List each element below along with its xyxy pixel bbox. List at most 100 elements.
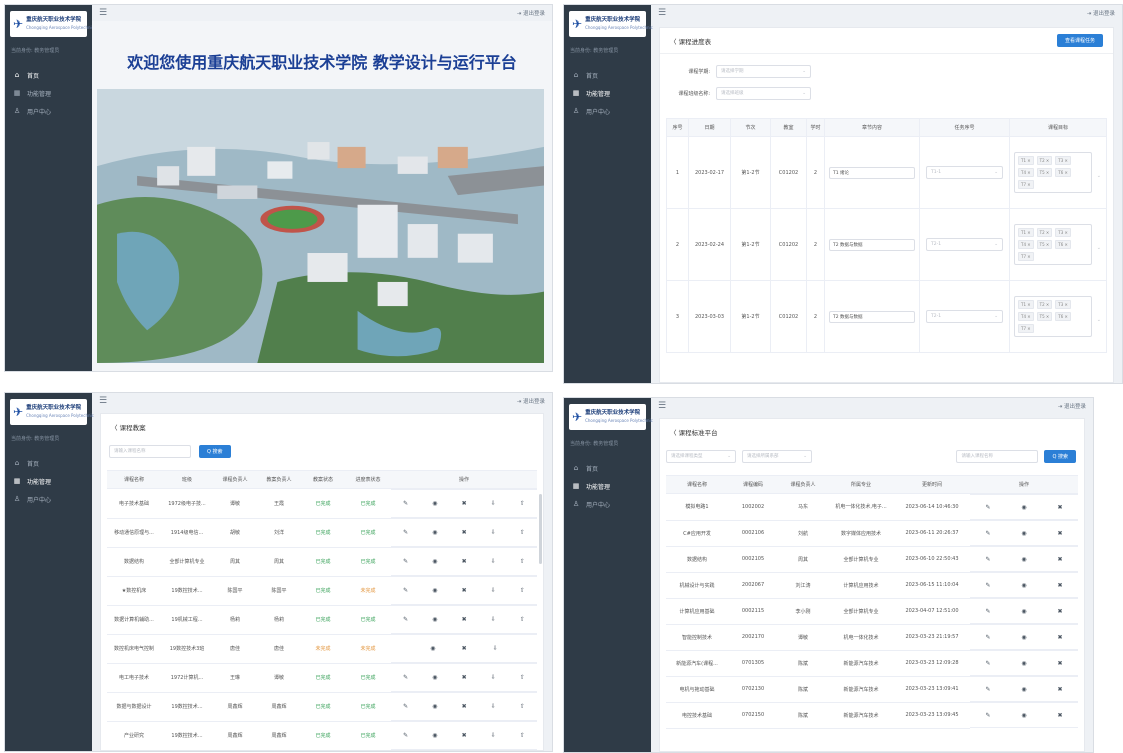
view-icon[interactable]: ◉ bbox=[432, 529, 437, 536]
view-tasks-button[interactable]: 查看课程任务 bbox=[1056, 34, 1103, 47]
edit-icon[interactable]: ✎ bbox=[985, 582, 990, 589]
view-icon[interactable]: ◉ bbox=[1021, 504, 1026, 511]
sidebar-item-home[interactable]: ⌂ 首页 bbox=[564, 66, 651, 84]
edit-icon[interactable]: ✎ bbox=[403, 529, 408, 536]
delete-icon[interactable]: ✖ bbox=[1058, 504, 1063, 511]
target-multiselect[interactable]: T1 ✕ T2 ✕ T3 ✕ T4 ✕ T5 ✕ T6 ✕ T7 ✕ ⌄ bbox=[1014, 296, 1101, 337]
delete-icon[interactable]: ✖ bbox=[1058, 556, 1063, 563]
view-icon[interactable]: ◉ bbox=[432, 558, 437, 565]
content-input[interactable]: T2 数据与数据 bbox=[829, 310, 915, 323]
task-select[interactable]: T2-1 ⌄ bbox=[926, 310, 1003, 323]
upload-icon[interactable]: ⇧ bbox=[520, 616, 525, 623]
edit-icon[interactable]: ✎ bbox=[985, 712, 990, 719]
delete-icon[interactable]: ✖ bbox=[1058, 582, 1063, 589]
logout-button[interactable]: ⇥ 退出登录 bbox=[1087, 9, 1115, 17]
export-icon[interactable]: ⇩ bbox=[491, 500, 496, 507]
edit-icon[interactable]: ✎ bbox=[985, 686, 990, 693]
sidebar-item-functions[interactable]: ▦ 功能管理 bbox=[5, 84, 92, 102]
sidebar-item-home[interactable]: ⌂ 首页 bbox=[5, 66, 92, 84]
export-icon[interactable]: ⇩ bbox=[491, 558, 496, 565]
export-icon[interactable]: ⇩ bbox=[491, 703, 496, 710]
edit-icon[interactable]: ✎ bbox=[403, 587, 408, 594]
delete-icon[interactable]: ✖ bbox=[462, 645, 467, 652]
semester-select[interactable]: 请选择学期 ⌄ bbox=[716, 64, 811, 78]
delete-icon[interactable]: ✖ bbox=[1058, 686, 1063, 693]
back-link[interactable]: 〈 课程教案 bbox=[111, 422, 146, 432]
view-icon[interactable]: ◉ bbox=[432, 616, 437, 623]
view-icon[interactable]: ◉ bbox=[430, 645, 435, 652]
export-icon[interactable]: ⇩ bbox=[491, 616, 496, 623]
export-icon[interactable]: ⇩ bbox=[491, 732, 496, 739]
edit-icon[interactable]: ✎ bbox=[403, 703, 408, 710]
edit-icon[interactable]: ✎ bbox=[403, 732, 408, 739]
hamburger-icon[interactable]: ☰ bbox=[99, 396, 107, 406]
upload-icon[interactable]: ⇧ bbox=[520, 703, 525, 710]
search-input[interactable]: 请输入课程名称 bbox=[956, 449, 1039, 463]
sidebar-item-functions[interactable]: ▦ 功能管理 bbox=[5, 472, 92, 490]
export-icon[interactable]: ⇩ bbox=[493, 645, 498, 652]
delete-icon[interactable]: ✖ bbox=[462, 529, 467, 536]
task-select[interactable]: T2-1 ⌄ bbox=[926, 238, 1003, 251]
hamburger-icon[interactable]: ☰ bbox=[658, 401, 666, 411]
search-button[interactable]: Q 搜索 bbox=[1044, 449, 1076, 463]
view-icon[interactable]: ◉ bbox=[1021, 582, 1026, 589]
sidebar-item-user[interactable]: ♙ 用户中心 bbox=[564, 495, 651, 513]
view-icon[interactable]: ◉ bbox=[1021, 530, 1026, 537]
upload-icon[interactable]: ⇧ bbox=[520, 500, 525, 507]
logout-button[interactable]: ⇥ 退出登录 bbox=[1058, 402, 1086, 410]
delete-icon[interactable]: ✖ bbox=[462, 732, 467, 739]
upload-icon[interactable]: ⇧ bbox=[520, 558, 525, 565]
view-icon[interactable]: ◉ bbox=[1021, 634, 1026, 641]
scrollbar[interactable] bbox=[539, 494, 542, 564]
view-icon[interactable]: ◉ bbox=[432, 674, 437, 681]
edit-icon[interactable]: ✎ bbox=[985, 556, 990, 563]
edit-icon[interactable]: ✎ bbox=[985, 634, 990, 641]
edit-icon[interactable]: ✎ bbox=[403, 558, 408, 565]
logout-button[interactable]: ⇥ 退出登录 bbox=[517, 397, 545, 405]
search-button[interactable]: Q 搜索 bbox=[199, 444, 231, 458]
target-multiselect[interactable]: T1 ✕ T2 ✕ T3 ✕ T4 ✕ T5 ✕ T6 ✕ T7 ✕ ⌄ bbox=[1014, 224, 1101, 265]
edit-icon[interactable]: ✎ bbox=[403, 616, 408, 623]
view-icon[interactable]: ◉ bbox=[1021, 686, 1026, 693]
search-input[interactable]: 请输入课程名称 bbox=[109, 444, 191, 458]
export-icon[interactable]: ⇩ bbox=[491, 587, 496, 594]
back-link[interactable]: 〈 课程标准平台 bbox=[670, 427, 718, 437]
sidebar-item-functions[interactable]: ▦ 功能管理 bbox=[564, 84, 651, 102]
view-icon[interactable]: ◉ bbox=[432, 587, 437, 594]
view-icon[interactable]: ◉ bbox=[1021, 660, 1026, 667]
delete-icon[interactable]: ✖ bbox=[1058, 608, 1063, 615]
delete-icon[interactable]: ✖ bbox=[1058, 660, 1063, 667]
content-input[interactable]: T1 绪论 bbox=[829, 166, 915, 179]
sidebar-item-home[interactable]: ⌂ 首页 bbox=[564, 459, 651, 477]
sidebar-item-home[interactable]: ⌂ 首页 bbox=[5, 454, 92, 472]
upload-icon[interactable]: ⇧ bbox=[520, 674, 525, 681]
edit-icon[interactable]: ✎ bbox=[403, 674, 408, 681]
hamburger-icon[interactable]: ☰ bbox=[99, 8, 107, 18]
content-input[interactable]: T2 数据与数据 bbox=[829, 238, 915, 251]
sidebar-item-functions[interactable]: ▦ 功能管理 bbox=[564, 477, 651, 495]
upload-icon[interactable]: ⇧ bbox=[520, 587, 525, 594]
edit-icon[interactable]: ✎ bbox=[985, 504, 990, 511]
edit-icon[interactable]: ✎ bbox=[985, 530, 990, 537]
edit-icon[interactable]: ✎ bbox=[985, 660, 990, 667]
target-multiselect[interactable]: T1 ✕ T2 ✕ T3 ✕ T4 ✕ T5 ✕ T6 ✕ T7 ✕ ⌄ bbox=[1014, 152, 1101, 193]
view-icon[interactable]: ◉ bbox=[1021, 556, 1026, 563]
delete-icon[interactable]: ✖ bbox=[462, 674, 467, 681]
delete-icon[interactable]: ✖ bbox=[1058, 530, 1063, 537]
task-select[interactable]: T1-1 ⌄ bbox=[926, 166, 1003, 179]
sidebar-item-user[interactable]: ♙ 用户中心 bbox=[5, 102, 92, 120]
edit-icon[interactable]: ✎ bbox=[985, 608, 990, 615]
back-link[interactable]: 〈 课程进度表 bbox=[670, 36, 711, 46]
delete-icon[interactable]: ✖ bbox=[462, 500, 467, 507]
upload-icon[interactable]: ⇧ bbox=[520, 529, 525, 536]
edit-icon[interactable]: ✎ bbox=[403, 500, 408, 507]
delete-icon[interactable]: ✖ bbox=[462, 558, 467, 565]
export-icon[interactable]: ⇩ bbox=[491, 529, 496, 536]
class-select[interactable]: 请选择班级 ⌄ bbox=[716, 86, 811, 100]
sidebar-item-user[interactable]: ♙ 用户中心 bbox=[564, 102, 651, 120]
delete-icon[interactable]: ✖ bbox=[1058, 634, 1063, 641]
department-select[interactable]: 请选择所属系部 ⌄ bbox=[742, 449, 812, 463]
course-type-select[interactable]: 请选择课程类型 ⌄ bbox=[666, 449, 736, 463]
logout-button[interactable]: ⇥ 退出登录 bbox=[517, 9, 545, 17]
delete-icon[interactable]: ✖ bbox=[462, 616, 467, 623]
